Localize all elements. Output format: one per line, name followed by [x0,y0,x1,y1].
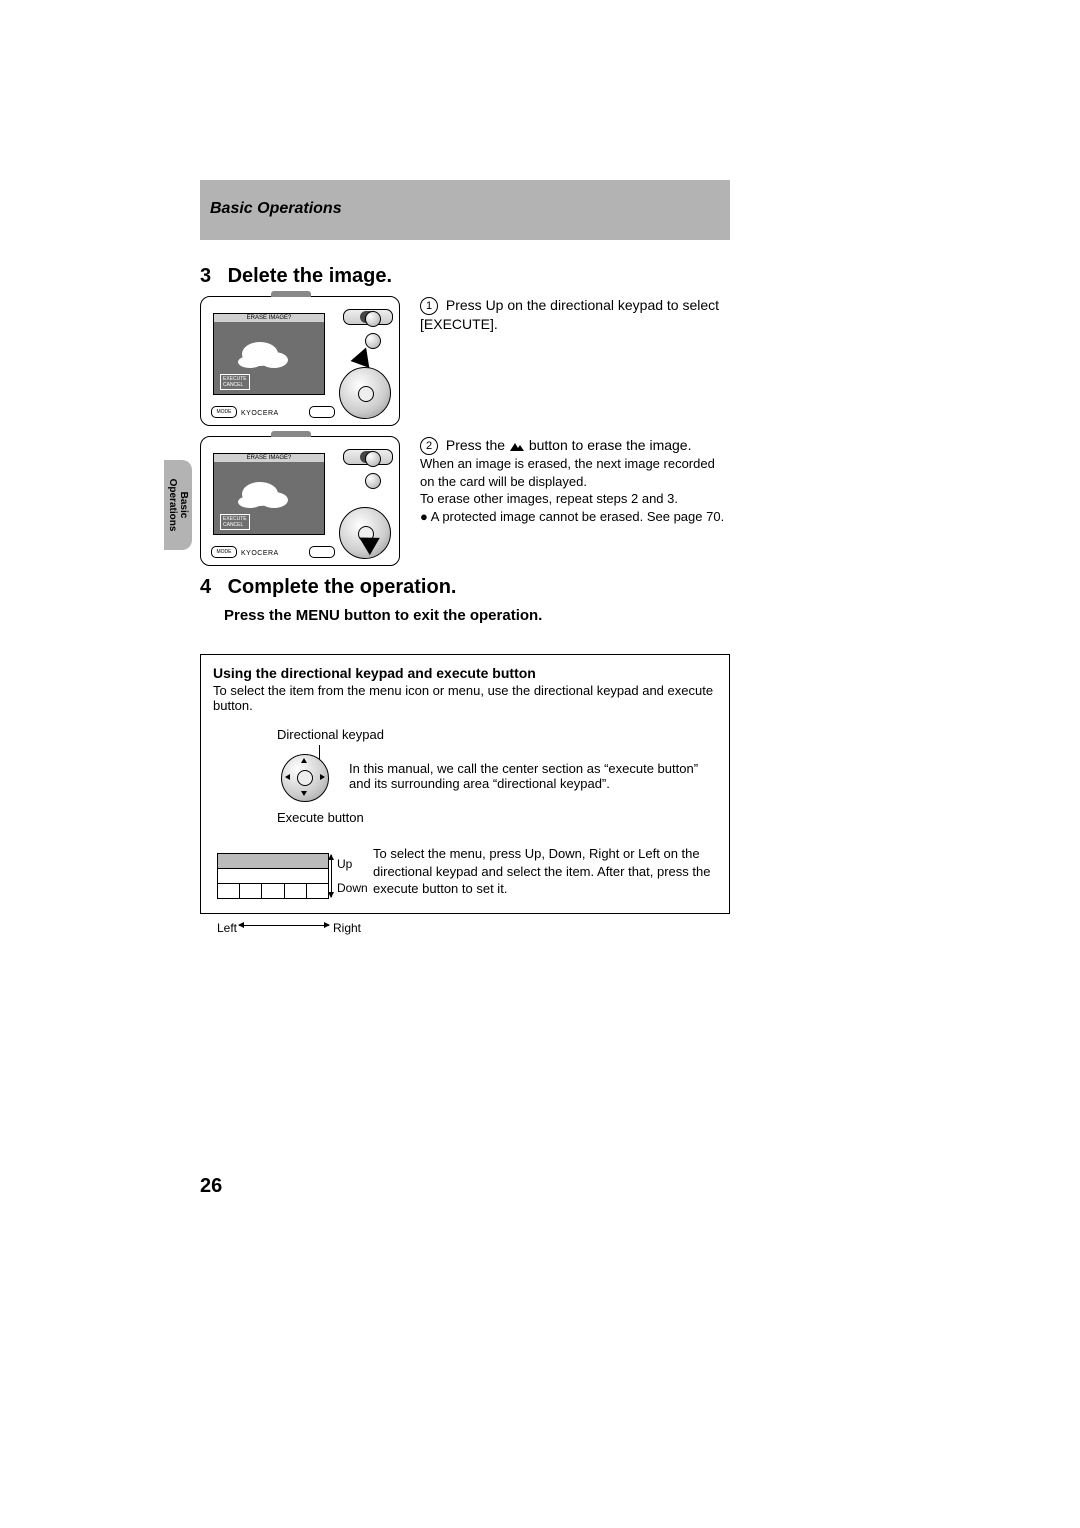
section-header-text: Basic Operations [210,200,342,217]
lcd-screen-2: ERASE IMAGE? EXECUTE CANCEL [213,453,325,535]
lcd-screen: ERASE IMAGE? EXECUTE CANCEL [213,313,325,395]
step3-text1: 1 Press Up on the directional keypad to … [420,296,730,426]
mode-switch-icon: MODE [211,406,237,418]
keypad-up-icon [301,758,307,763]
mode-switch-icon: MODE [211,546,237,558]
menu-nav-diagram: Up Down Left Right [213,843,363,899]
step3-text2: 2 Press the button to erase the image. W… [420,436,730,566]
step4-instruction: Press the MENU button to exit the operat… [224,607,730,624]
playback-mountain-icon [509,440,525,452]
step3-row2: ERASE IMAGE? EXECUTE CANCEL MODE [200,436,730,566]
keypad-row: In this manual, we call the center secti… [213,746,717,806]
camera-back-illustration-2: ERASE IMAGE? EXECUTE CANCEL MODE [200,436,400,566]
section-header: Basic Operations [200,180,730,240]
step3-number: 3 [200,265,222,288]
directional-keypad-label: Directional keypad [277,727,717,742]
protected-bullet: ● A protected image cannot be erased. Se… [420,508,730,526]
lcd-banner: ERASE IMAGE? [214,314,324,322]
right-label: Right [333,921,361,935]
menu-row [218,869,328,884]
menu-row [218,884,328,898]
substep-1-marker: 1 [420,297,438,315]
keypad-drawing [277,746,331,806]
content-area: 3 Delete the image. ERASE IMAGE? EXECUTE… [200,255,730,914]
keypad-right-icon [320,774,325,780]
substep-1-text: Press Up on the directional keypad to se… [420,297,719,332]
nav-keypad-section: Up Down Left Right To select the menu, p… [213,843,717,899]
down-label: Down [337,881,368,895]
side-tab: Basic Operations [164,460,192,550]
camera-back-illustration: ERASE IMAGE? EXECUTE CANCEL MODE [200,296,400,426]
page-number: 26 [200,1175,222,1198]
step4-title: 4 Complete the operation. [200,576,730,599]
info-box-intro: To select the item from the menu icon or… [213,683,717,713]
brand-text: KYOCERA [241,550,279,557]
menu-button-icon [365,473,381,489]
brand-text: KYOCERA [241,410,279,417]
execute-button-label: Execute button [277,810,717,825]
up-down-arrow-icon [331,855,332,897]
substep-2-suffix: button to erase the image. [529,437,692,453]
lcd-execute-box: EXECUTE CANCEL [220,374,250,390]
up-label: Up [337,857,352,871]
left-right-arrow-icon [239,925,329,926]
erase-note-2: To erase other images, repeat steps 2 an… [420,490,730,508]
substep-2-marker: 2 [420,437,438,455]
keypad-info-box: Using the directional keypad and execute… [200,654,730,914]
keypad-down-icon [301,791,307,796]
sample-image-icon [242,342,278,366]
left-label: Left [217,921,237,935]
step4-number: 4 [200,576,222,599]
step3-row1: ERASE IMAGE? EXECUTE CANCEL MODE [200,296,730,426]
sample-image-icon [242,482,278,506]
disp-button-icon [365,451,381,467]
menu-box-icon [217,853,329,899]
control-buttons-2 [365,451,381,495]
keypad-left-icon [285,774,290,780]
lcd-banner-2: ERASE IMAGE? [214,454,324,462]
manual-page: Basic Operations Basic Operations 3 Dele… [0,0,1080,1528]
disp-button-icon [365,311,381,327]
lcd-execute-box-2: EXECUTE CANCEL [220,514,250,530]
substep-2-prefix: Press the [446,437,509,453]
zoom-switch-icon [309,546,335,558]
illustration-1: ERASE IMAGE? EXECUTE CANCEL MODE [200,296,420,426]
keypad-diagram-section: Directional keypad In this manual, we ca… [213,727,717,825]
info-box-title: Using the directional keypad and execute… [213,665,717,681]
menu-row [218,854,328,869]
keypad-center-desc: In this manual, we call the center secti… [349,761,717,791]
keypad-execute-center-icon [297,770,313,786]
step3-title: 3 Delete the image. [200,265,730,288]
menu-nav-desc: To select the menu, press Up, Down, Righ… [363,843,717,899]
illustration-2: ERASE IMAGE? EXECUTE CANCEL MODE [200,436,420,566]
directional-keypad-icon [339,367,391,419]
erase-note-1: When an image is erased, the next image … [420,455,730,490]
side-tab-text: Basic Operations [167,479,189,532]
menu-button-icon [365,333,381,349]
step3-heading: Delete the image. [228,265,393,287]
step4-heading: Complete the operation. [228,576,457,598]
zoom-switch-icon [309,406,335,418]
